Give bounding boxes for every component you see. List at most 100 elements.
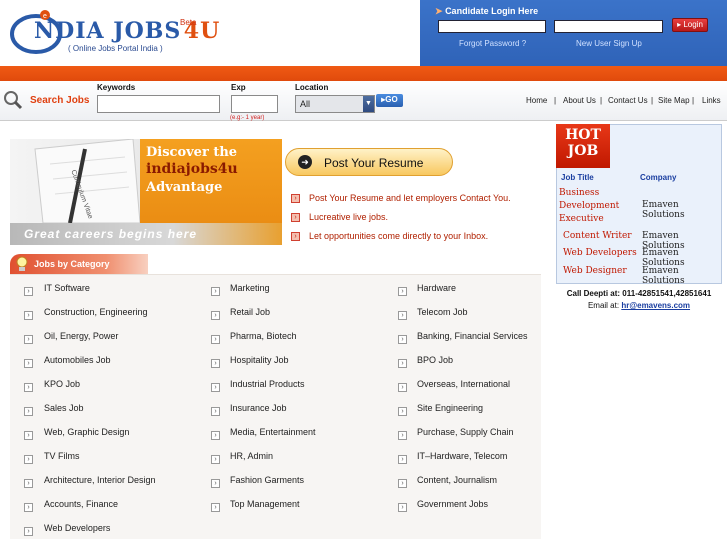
hot-job-title[interactable]: Business Development Executive — [559, 187, 635, 226]
nav-sep: | — [600, 96, 603, 105]
benefit-item: Lucreative live jobs. — [309, 212, 389, 222]
hot-badge-line2: JOB — [567, 143, 599, 159]
hot-col-title: Job Title — [561, 173, 594, 182]
chevron-right-icon: › — [398, 407, 407, 416]
nav-sep: | — [554, 96, 557, 105]
chevron-right-icon: › — [24, 455, 33, 464]
chevron-down-icon[interactable]: ▼ — [363, 96, 374, 112]
category-link[interactable]: Hospitality Job — [230, 355, 289, 365]
login-button-icon: ▸ — [677, 20, 682, 29]
promo-line-1: Discover the — [146, 145, 238, 160]
category-link[interactable]: Retail Job — [230, 307, 270, 317]
chevron-right-icon: › — [24, 527, 33, 536]
category-link[interactable]: Top Management — [230, 499, 300, 509]
chevron-right-icon: › — [24, 503, 33, 512]
chevron-right-icon: › — [211, 455, 220, 464]
nav-home[interactable]: Home — [526, 96, 547, 105]
chevron-right-icon: › — [211, 407, 220, 416]
category-link[interactable]: Web, Graphic Design — [44, 427, 129, 437]
category-link[interactable]: Construction, Engineering — [44, 307, 148, 317]
signup-link[interactable]: New User Sign Up — [576, 39, 642, 48]
category-link[interactable]: Insurance Job — [230, 403, 287, 413]
nav-about[interactable]: About Us — [563, 96, 596, 105]
banner-strip-text: Great careers begins here — [24, 227, 198, 241]
chevron-right-icon: › — [398, 383, 407, 392]
hot-job-title[interactable]: Web Developers — [563, 248, 637, 258]
login-button-label: Login — [683, 20, 703, 29]
category-link[interactable]: IT Software — [44, 283, 90, 293]
search-jobs-label: Search Jobs — [30, 95, 90, 106]
username-input[interactable] — [438, 20, 546, 33]
category-link[interactable]: Site Engineering — [417, 403, 483, 413]
hot-job-badge: HOT JOB — [556, 124, 610, 168]
chevron-right-icon: › — [24, 407, 33, 416]
category-link[interactable]: Web Developers — [44, 523, 110, 533]
lightbulb-icon — [16, 256, 28, 271]
exp-label: Exp — [231, 83, 246, 92]
category-link[interactable]: Sales Job — [44, 403, 84, 413]
category-link[interactable]: Accounts, Finance — [44, 499, 118, 509]
location-value: All — [300, 99, 311, 109]
category-link[interactable]: Media, Entertainment — [230, 427, 316, 437]
category-link[interactable]: Government Jobs — [417, 499, 488, 509]
category-link[interactable]: Content, Journalism — [417, 475, 497, 485]
magnifier-icon — [4, 91, 23, 110]
category-link[interactable]: Architecture, Interior Design — [44, 475, 156, 485]
category-link[interactable]: Purchase, Supply Chain — [417, 427, 514, 437]
category-link[interactable]: HR, Admin — [230, 451, 273, 461]
post-resume-button[interactable]: ➜ Post Your Resume — [285, 148, 453, 176]
logo-tagline: ( Online Jobs Portal India ) — [68, 44, 163, 53]
password-input[interactable] — [554, 20, 663, 33]
keywords-input[interactable] — [97, 95, 220, 113]
hot-job-title[interactable]: Content Writer — [563, 231, 632, 241]
search-bar: Search Jobs Keywords Exp (e.g:- 1 year) … — [0, 81, 727, 121]
category-link[interactable]: Overseas, International — [417, 379, 510, 389]
nav-sep: | — [651, 96, 654, 105]
go-label: GO — [385, 95, 398, 104]
hot-job-title[interactable]: Web Designer — [563, 266, 627, 276]
chevron-right-icon: › — [24, 311, 33, 320]
category-link[interactable]: IT–Hardware, Telecom — [417, 451, 507, 461]
category-link[interactable]: Banking, Financial Services — [417, 331, 528, 341]
category-link[interactable]: Hardware — [417, 283, 456, 293]
category-link[interactable]: Telecom Job — [417, 307, 468, 317]
category-link[interactable]: KPO Job — [44, 379, 80, 389]
category-link[interactable]: BPO Job — [417, 355, 453, 365]
category-header: Jobs by Category — [10, 254, 148, 274]
hot-col-company: Company — [640, 173, 677, 182]
chevron-right-icon: › — [24, 359, 33, 368]
hot-job-company: Emaven Solutions — [642, 248, 685, 268]
category-link[interactable]: Fashion Garments — [230, 475, 304, 485]
post-resume-label: Post Your Resume — [324, 156, 424, 170]
nav-sep: | — [692, 96, 695, 105]
category-link[interactable]: Automobiles Job — [44, 355, 111, 365]
chevron-right-icon: › — [398, 479, 407, 488]
nav-links[interactable]: Links — [702, 96, 721, 105]
login-title-text: Candidate Login Here — [445, 6, 539, 16]
category-link[interactable]: Industrial Products — [230, 379, 305, 389]
email-link[interactable]: hr@emavens.com — [621, 301, 690, 310]
category-link[interactable]: Marketing — [230, 283, 270, 293]
chevron-right-icon: › — [211, 311, 220, 320]
experience-input[interactable] — [231, 95, 278, 113]
nav-contact[interactable]: Contact Us — [608, 96, 648, 105]
chevron-right-icon: › — [398, 311, 407, 320]
category-link[interactable]: Oil, Energy, Power — [44, 331, 118, 341]
chevron-right-icon: › — [398, 455, 407, 464]
promo-brand: indiajobs4u — [146, 161, 238, 177]
chevron-right-icon: › — [24, 335, 33, 344]
chevron-right-icon: › — [211, 383, 220, 392]
chevron-right-icon: › — [211, 359, 220, 368]
arrow-icon: ➤ — [435, 6, 443, 16]
category-link[interactable]: TV Films — [44, 451, 80, 461]
login-title: ➤ Candidate Login Here — [435, 6, 538, 17]
chevron-right-icon: › — [398, 503, 407, 512]
category-link[interactable]: Pharma, Biotech — [230, 331, 297, 341]
forgot-password-link[interactable]: Forgot Password ? — [459, 39, 526, 48]
nav-sitemap[interactable]: Site Map — [658, 96, 690, 105]
login-panel: ➤ Candidate Login Here ▸ Login Forgot Pa… — [420, 0, 727, 66]
contact-info: Call Deepti at: 011-42851541,42851641 Em… — [556, 285, 722, 312]
chevron-right-icon: › — [398, 335, 407, 344]
go-button[interactable]: ▸GO — [376, 94, 403, 107]
login-button[interactable]: ▸ Login — [672, 18, 708, 32]
